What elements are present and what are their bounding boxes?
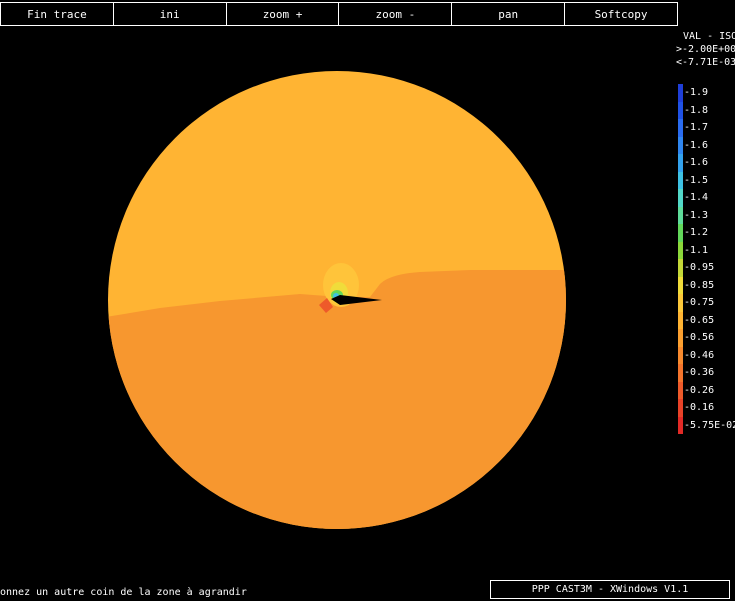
legend-swatch (678, 381, 683, 399)
legend-label: -0.65 (684, 314, 715, 326)
contour-plot[interactable] (0, 0, 735, 601)
legend-label: -0.85 (684, 279, 715, 291)
legend-row: -5.75E-02 (678, 416, 735, 434)
legend-label: -5.75E-02 (684, 419, 735, 431)
legend-swatch (678, 276, 683, 294)
legend-swatch (678, 399, 683, 417)
fin-trace-button[interactable]: Fin trace (1, 3, 114, 25)
toolbar: Fin trace ini zoom + zoom - pan Softcopy (0, 2, 678, 26)
legend-swatch (678, 241, 683, 259)
legend-label: -1.1 (684, 244, 709, 256)
legend-row: -1.8 (678, 101, 735, 119)
legend-swatch (678, 119, 683, 137)
legend-row: -0.65 (678, 311, 735, 329)
legend-label: -1.6 (684, 139, 709, 151)
legend-swatch (678, 259, 683, 277)
legend-row: -1.5 (678, 171, 735, 189)
legend-row: -0.36 (678, 364, 735, 382)
legend-row: -1.6 (678, 136, 735, 154)
legend-label: -0.75 (684, 297, 715, 309)
legend-label: -1.7 (684, 122, 709, 134)
legend-label: -0.95 (684, 262, 715, 274)
legend-row: -1.2 (678, 224, 735, 242)
legend-row: -0.46 (678, 346, 735, 364)
legend-label: -0.36 (684, 367, 715, 379)
legend-label: -1.6 (684, 157, 709, 169)
status-message: onnez un autre coin de la zone à agrandi… (0, 587, 247, 598)
legend-swatch (678, 311, 683, 329)
legend-label: -1.2 (684, 227, 709, 239)
legend-label: -1.8 (684, 104, 709, 116)
legend-row: -0.26 (678, 381, 735, 399)
color-legend: -1.9 -1.8 -1.7 -1.6 -1.6 -1.5 -1.4 -1.3 -1.2 -1.1… (678, 84, 735, 434)
legend-label: -1.9 (684, 87, 709, 99)
legend-swatch (678, 136, 683, 154)
legend-header: VAL - ISO >-2.00E+00 <-7.71E-03 (676, 30, 735, 69)
pan-button[interactable]: pan (452, 3, 566, 25)
legend-swatch (678, 416, 683, 434)
legend-swatch (678, 171, 683, 189)
legend-label: -1.4 (684, 192, 709, 204)
legend-label: -0.16 (684, 402, 715, 414)
legend-row: -0.95 (678, 259, 735, 277)
lower-zone (108, 270, 566, 529)
legend-swatch (678, 84, 683, 102)
legend-label: -0.46 (684, 349, 715, 361)
legend-swatch (678, 154, 683, 172)
legend-swatch (678, 329, 683, 347)
legend-swatch (678, 101, 683, 119)
castem-window: Fin trace ini zoom + zoom - pan Softcopy… (0, 0, 735, 601)
legend-swatch (678, 364, 683, 382)
legend-row: -1.4 (678, 189, 735, 207)
legend-row: -0.85 (678, 276, 735, 294)
legend-swatch (678, 346, 683, 364)
app-title: PPP CAST3M - XWindows V1.1 (490, 580, 730, 599)
legend-label: -0.56 (684, 332, 715, 344)
zoom-in-button[interactable]: zoom + (226, 3, 340, 25)
zoom-out-button[interactable]: zoom - (339, 3, 453, 25)
legend-label: -0.26 (684, 384, 715, 396)
legend-swatch (678, 189, 683, 207)
legend-row: -1.7 (678, 119, 735, 137)
legend-row: -0.56 (678, 329, 735, 347)
legend-row: -0.75 (678, 294, 735, 312)
legend-row: -1.3 (678, 206, 735, 224)
legend-swatch (678, 224, 683, 242)
legend-row: -1.6 (678, 154, 735, 172)
legend-label: -1.3 (684, 209, 709, 221)
legend-swatch (678, 206, 683, 224)
softcopy-button[interactable]: Softcopy (565, 3, 677, 25)
legend-max: >-2.00E+00 (676, 44, 735, 55)
legend-label: -1.5 (684, 174, 709, 186)
legend-row: -1.9 (678, 84, 735, 102)
legend-min: <-7.71E-03 (676, 57, 735, 68)
legend-swatch (678, 294, 683, 312)
legend-title: VAL - ISO (683, 31, 735, 42)
ini-button[interactable]: ini (113, 3, 227, 25)
legend-row: -0.16 (678, 399, 735, 417)
legend-row: -1.1 (678, 241, 735, 259)
